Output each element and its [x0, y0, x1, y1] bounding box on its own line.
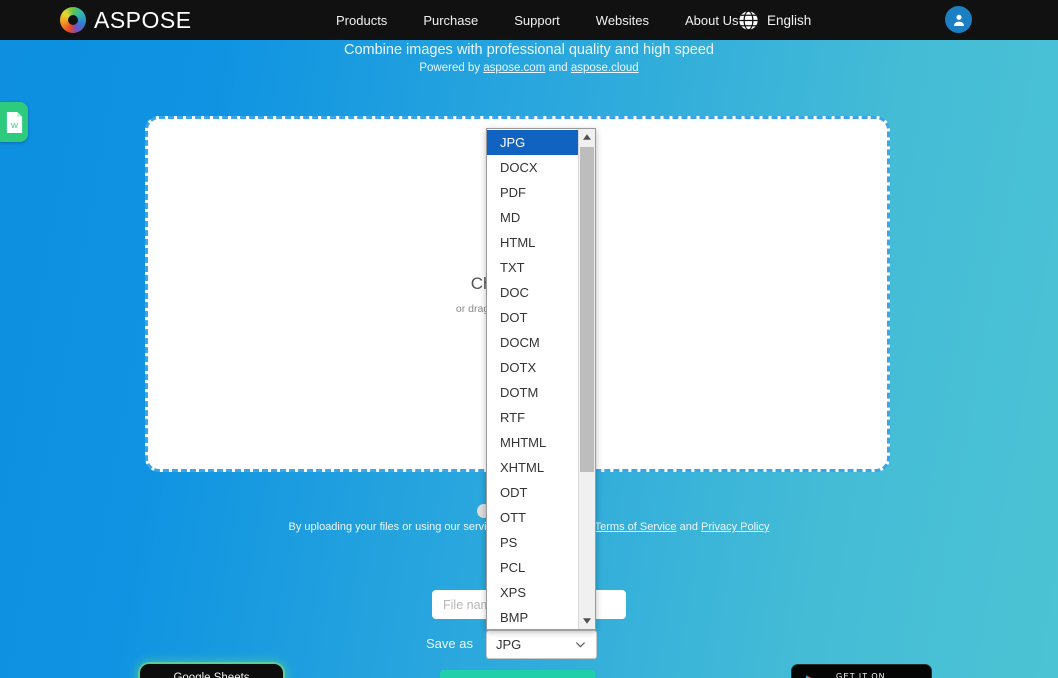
- format-option-docm[interactable]: DOCM: [487, 330, 578, 355]
- google-sheets-mail-merge-ad[interactable]: Google Sheets Mail Merge: [140, 664, 283, 678]
- scroll-up-arrow-icon[interactable]: [579, 129, 595, 145]
- caret-up-icon: [583, 134, 591, 140]
- logo-text: ASPOSE: [94, 6, 192, 33]
- format-option-jpg[interactable]: JPG: [487, 130, 578, 155]
- globe-icon: [739, 10, 758, 30]
- powered-mid: and: [545, 62, 571, 74]
- format-option-dot[interactable]: DOT: [487, 305, 578, 330]
- terms-of-service-link[interactable]: Terms of Service: [595, 521, 677, 533]
- merge-button[interactable]: MERGE: [440, 670, 595, 678]
- format-option-rtf[interactable]: RTF: [487, 405, 578, 430]
- format-option-pcl[interactable]: PCL: [487, 555, 578, 580]
- format-option-ott[interactable]: OTT: [487, 505, 578, 530]
- format-option-dotx[interactable]: DOTX: [487, 355, 578, 380]
- google-play-icon: [805, 674, 813, 678]
- format-option-pdf[interactable]: PDF: [487, 180, 578, 205]
- nav-links: Products Purchase Support Websites About…: [336, 0, 739, 40]
- format-option-html[interactable]: HTML: [487, 230, 578, 255]
- save-as-value: JPG: [496, 637, 522, 652]
- google-play-badge[interactable]: GET IT ON Google Play: [791, 664, 932, 678]
- privacy-policy-link[interactable]: Privacy Policy: [701, 521, 769, 533]
- aspose-swirl-icon: [60, 7, 86, 33]
- svg-text:W: W: [11, 121, 19, 130]
- format-option-ps[interactable]: PS: [487, 530, 578, 555]
- aspose-com-link[interactable]: aspose.com: [483, 62, 545, 74]
- format-dropdown-list[interactable]: JPG DOCX PDF MD HTML TXT DOC DOT DOCM DOTX DOTM RTF…: [486, 128, 596, 630]
- format-option-txt[interactable]: TXT: [487, 255, 578, 280]
- format-option-doc[interactable]: DOC: [487, 280, 578, 305]
- aspose-cloud-link[interactable]: aspose.cloud: [571, 62, 639, 74]
- nav-item-purchase[interactable]: Purchase: [423, 13, 478, 28]
- format-option-md[interactable]: MD: [487, 205, 578, 230]
- powered-prefix: Powered by: [419, 62, 484, 74]
- google-play-small-text: GET IT ON: [836, 671, 886, 678]
- nav-item-support[interactable]: Support: [514, 13, 560, 28]
- language-selector[interactable]: English: [738, 0, 811, 40]
- format-option-mhtml[interactable]: MHTML: [487, 430, 578, 455]
- dropdown-scrollbar[interactable]: [578, 129, 595, 629]
- scroll-down-arrow-icon[interactable]: [579, 613, 595, 629]
- terms-mid: and: [676, 521, 702, 533]
- nav-item-websites[interactable]: Websites: [596, 13, 649, 28]
- scrollbar-thumb[interactable]: [580, 147, 594, 472]
- save-as-label: Save as: [426, 636, 473, 651]
- aspose-logo[interactable]: ASPOSE: [60, 5, 192, 35]
- nav-item-about-us[interactable]: About Us: [685, 13, 738, 28]
- side-app-badge[interactable]: W: [0, 102, 28, 142]
- powered-by-line: Powered by aspose.com and aspose.cloud: [0, 62, 1058, 74]
- user-avatar[interactable]: [945, 6, 972, 33]
- nav-item-products[interactable]: Products: [336, 13, 387, 28]
- format-option-bmp[interactable]: BMP: [487, 605, 578, 629]
- save-as-select[interactable]: JPG: [486, 630, 597, 659]
- format-option-xhtml[interactable]: XHTML: [487, 455, 578, 480]
- format-option-docx[interactable]: DOCX: [487, 155, 578, 180]
- caret-down-icon: [583, 618, 591, 624]
- format-option-odt[interactable]: ODT: [487, 480, 578, 505]
- user-avatar-icon: [953, 14, 964, 26]
- page-tagline: Combine images with professional quality…: [344, 42, 714, 58]
- google-play-text: GET IT ON Google Play: [836, 671, 926, 678]
- word-document-icon: W: [6, 111, 23, 133]
- format-option-xps[interactable]: XPS: [487, 580, 578, 605]
- format-options-list: JPG DOCX PDF MD HTML TXT DOC DOT DOCM DOTX DOTM RTF…: [487, 129, 578, 629]
- language-label: English: [767, 12, 812, 28]
- ad-line-1: Google Sheets: [173, 672, 250, 678]
- page-background: Combine images with professional quality…: [0, 40, 1058, 678]
- chevron-down-icon: [576, 642, 585, 648]
- format-option-dotm[interactable]: DOTM: [487, 380, 578, 405]
- top-navigation-bar: ASPOSE Products Purchase Support Website…: [0, 0, 1058, 40]
